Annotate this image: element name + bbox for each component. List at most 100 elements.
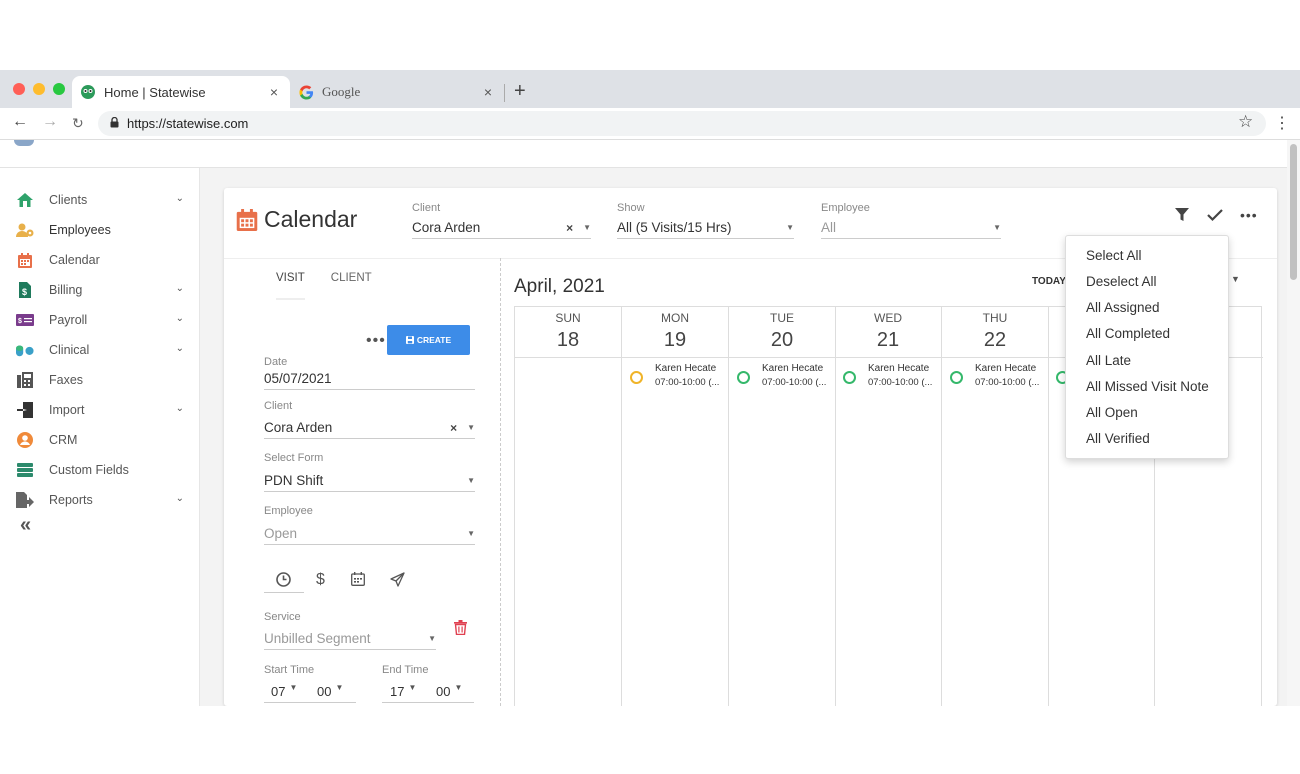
chevron-down-icon[interactable]: ⌄: [176, 283, 184, 294]
start-minute-select[interactable]: 00 ▼: [317, 683, 343, 699]
menu-item-all-open[interactable]: All Open: [1086, 405, 1138, 420]
chevron-down-icon[interactable]: ⌄: [176, 313, 184, 324]
close-tab-icon[interactable]: ×: [266, 84, 282, 100]
sidebar-item-clinical[interactable]: Clinical ⌄: [16, 338, 188, 362]
send-icon[interactable]: [390, 572, 405, 591]
close-window-button[interactable]: [13, 83, 25, 95]
employee-select[interactable]: Open ▼: [264, 526, 475, 545]
sidebar-item-custom-fields[interactable]: Custom Fields: [16, 458, 188, 482]
sidebar-item-clients[interactable]: Clients ⌄: [16, 188, 188, 212]
page-scrollbar-thumb[interactable]: [1290, 144, 1297, 280]
select-form-select[interactable]: PDN Shift ▼: [264, 473, 475, 492]
browser-tab-google[interactable]: Google ×: [292, 76, 504, 108]
app-logo-icon[interactable]: [14, 140, 34, 146]
checkmark-icon[interactable]: [1207, 208, 1223, 227]
trash-icon[interactable]: [454, 620, 467, 639]
clear-icon[interactable]: ×: [450, 421, 457, 435]
show-filter-select[interactable]: All (5 Visits/15 Hrs) ▼: [617, 220, 794, 239]
sidebar-item-calendar[interactable]: Calendar: [16, 248, 188, 272]
client-filter-select[interactable]: Cora Arden × ▼: [412, 220, 591, 239]
client-field[interactable]: Client Cora Arden × ▼: [264, 400, 475, 439]
day-column[interactable]: WED 21 Karen Hecate 07:00-10:00 (...: [835, 307, 942, 706]
sidebar-item-crm[interactable]: CRM: [16, 428, 188, 452]
menu-item-select-all[interactable]: Select All: [1086, 248, 1142, 263]
service-field[interactable]: Service Unbilled Segment ▼: [264, 611, 436, 650]
back-arrow-icon[interactable]: ←: [12, 113, 28, 131]
caret-down-icon[interactable]: ▼: [583, 223, 591, 232]
employee-field[interactable]: Employee Open ▼: [264, 505, 475, 545]
end-hour-select[interactable]: 17 ▼: [390, 683, 416, 699]
create-button[interactable]: CREATE: [387, 325, 470, 355]
tab-visit[interactable]: VISIT: [276, 272, 305, 300]
day-column[interactable]: SUN 18: [515, 307, 622, 706]
client-filter[interactable]: Client Cora Arden × ▼: [412, 202, 591, 239]
show-filter-label: Show: [617, 202, 645, 214]
chevron-down-icon[interactable]: ⌄: [176, 493, 184, 504]
forward-arrow-icon[interactable]: →: [42, 113, 58, 131]
form-more-icon[interactable]: •••: [366, 332, 386, 350]
visit-event[interactable]: Karen Hecate 07:00-10:00 (...: [837, 363, 937, 393]
today-button[interactable]: TODAY: [1032, 276, 1066, 287]
sidebar-item-faxes[interactable]: Faxes: [16, 368, 188, 392]
status-ring-icon: [630, 371, 643, 384]
caret-down-icon[interactable]: ▼: [467, 529, 475, 538]
client-select[interactable]: Cora Arden × ▼: [264, 420, 475, 439]
caret-down-icon[interactable]: ▼: [428, 634, 436, 643]
menu-item-all-verified[interactable]: All Verified: [1086, 431, 1150, 446]
chevron-down-icon[interactable]: ⌄: [176, 193, 184, 204]
start-time-label: Start Time: [264, 664, 315, 676]
menu-item-all-late[interactable]: All Late: [1086, 353, 1131, 368]
clear-icon[interactable]: ×: [566, 221, 573, 235]
menu-item-all-missed-visit-note[interactable]: All Missed Visit Note: [1086, 379, 1209, 394]
collapse-sidebar-icon[interactable]: «: [20, 514, 31, 537]
close-tab-icon[interactable]: ×: [480, 84, 496, 100]
visit-event[interactable]: Karen Hecate 07:00-10:00 (...: [731, 363, 831, 393]
chevron-down-icon[interactable]: ⌄: [176, 403, 184, 414]
caret-down-icon[interactable]: ▼: [467, 476, 475, 485]
minimize-window-button[interactable]: [33, 83, 45, 95]
visit-event[interactable]: Karen Hecate 07:00-10:00 (...: [624, 363, 724, 393]
filter-icon[interactable]: [1175, 208, 1189, 227]
visit-event[interactable]: Karen Hecate 07:00-10:00 (...: [944, 363, 1044, 393]
day-column[interactable]: MON 19 Karen Hecate 07:00-10:00 (...: [622, 307, 729, 706]
employee-filter[interactable]: Employee All ▼: [821, 202, 1001, 239]
url-field[interactable]: https://statewise.com: [98, 111, 1266, 136]
menu-item-deselect-all[interactable]: Deselect All: [1086, 274, 1157, 289]
date-field[interactable]: Date 05/07/2021: [264, 356, 475, 390]
more-options-icon[interactable]: •••: [1240, 207, 1258, 223]
sidebar-item-import[interactable]: Import ⌄: [16, 398, 188, 422]
day-column[interactable]: TUE 20 Karen Hecate 07:00-10:00 (...: [729, 307, 836, 706]
day-column[interactable]: THU 22 Karen Hecate 07:00-10:00 (...: [942, 307, 1049, 706]
show-filter[interactable]: Show All (5 Visits/15 Hrs) ▼: [617, 202, 794, 239]
browser-tab-statewise[interactable]: Home | Statewise ×: [72, 76, 290, 108]
start-hour-select[interactable]: 07 ▼: [271, 683, 297, 699]
browser-menu-icon[interactable]: ⋮: [1274, 113, 1290, 133]
tab-strip: Home | Statewise × Google × +: [0, 70, 1300, 108]
sidebar-item-payroll[interactable]: $ Payroll ⌄: [16, 308, 188, 332]
menu-item-all-assigned[interactable]: All Assigned: [1086, 300, 1160, 315]
caret-down-icon[interactable]: ▼: [993, 223, 1001, 232]
sidebar-item-employees[interactable]: Employees: [16, 218, 188, 242]
service-select[interactable]: Unbilled Segment ▼: [264, 631, 436, 650]
maximize-window-button[interactable]: [53, 83, 65, 95]
caret-down-icon[interactable]: ▼: [467, 423, 475, 432]
menu-item-all-completed[interactable]: All Completed: [1086, 326, 1170, 341]
tab-client[interactable]: CLIENT: [331, 272, 372, 300]
date-input[interactable]: 05/07/2021: [264, 371, 475, 390]
new-tab-button[interactable]: +: [514, 80, 526, 103]
sidebar-item-reports[interactable]: Reports ⌄: [16, 488, 188, 512]
start-minute-value: 00: [317, 684, 332, 699]
statewise-logo-icon: [80, 84, 96, 100]
employee-filter-select[interactable]: All ▼: [821, 220, 1001, 239]
caret-down-icon[interactable]: ▼: [786, 223, 794, 232]
calendar-outline-icon[interactable]: [351, 572, 365, 590]
bookmark-star-icon[interactable]: ☆: [1238, 112, 1253, 132]
select-form-field[interactable]: Select Form PDN Shift ▼: [264, 452, 475, 492]
dollar-icon[interactable]: $: [316, 571, 325, 589]
end-minute-select[interactable]: 00 ▼: [436, 683, 462, 699]
reload-icon[interactable]: ↻: [72, 115, 84, 132]
clock-icon[interactable]: [276, 572, 291, 591]
sidebar-item-billing[interactable]: $ Billing ⌄: [16, 278, 188, 302]
view-caret-icon[interactable]: ▼: [1231, 274, 1240, 284]
chevron-down-icon[interactable]: ⌄: [176, 343, 184, 354]
